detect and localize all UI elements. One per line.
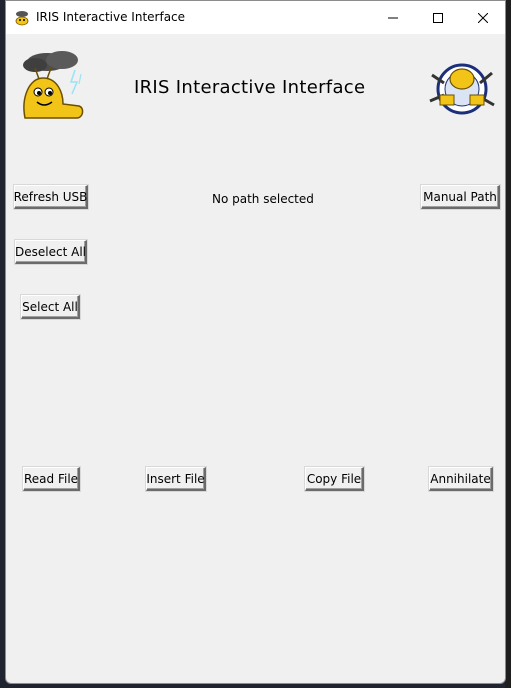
select-all-button[interactable]: Select All: [21, 295, 80, 319]
close-button[interactable]: [460, 1, 505, 34]
read-file-button[interactable]: Read File: [23, 467, 80, 491]
title-bar[interactable]: IRIS Interactive Interface: [6, 1, 505, 34]
annihilate-button[interactable]: Annihilate: [429, 467, 493, 491]
manual-path-button[interactable]: Manual Path: [421, 185, 500, 209]
copy-file-button[interactable]: Copy File: [305, 467, 364, 491]
refresh-usb-button[interactable]: Refresh USB: [14, 185, 88, 209]
maximize-icon: [433, 12, 443, 23]
slug-badge-icon: [429, 63, 495, 115]
maximize-button[interactable]: [415, 1, 461, 34]
page-title: IRIS Interactive Interface: [134, 77, 366, 98]
close-icon: [478, 12, 488, 23]
app-window: IRIS Interactive Interface IRIS Interact…: [5, 0, 506, 684]
minimize-button[interactable]: [370, 1, 416, 34]
slug-mascot-icon: [15, 11, 29, 26]
insert-file-button[interactable]: Insert File: [146, 467, 206, 491]
minimize-icon: [388, 17, 398, 18]
deselect-all-button[interactable]: Deselect All: [15, 240, 87, 264]
window-title: IRIS Interactive Interface: [36, 10, 186, 24]
path-status-label: No path selected: [212, 192, 314, 206]
storm-slug-icon: [23, 51, 84, 119]
